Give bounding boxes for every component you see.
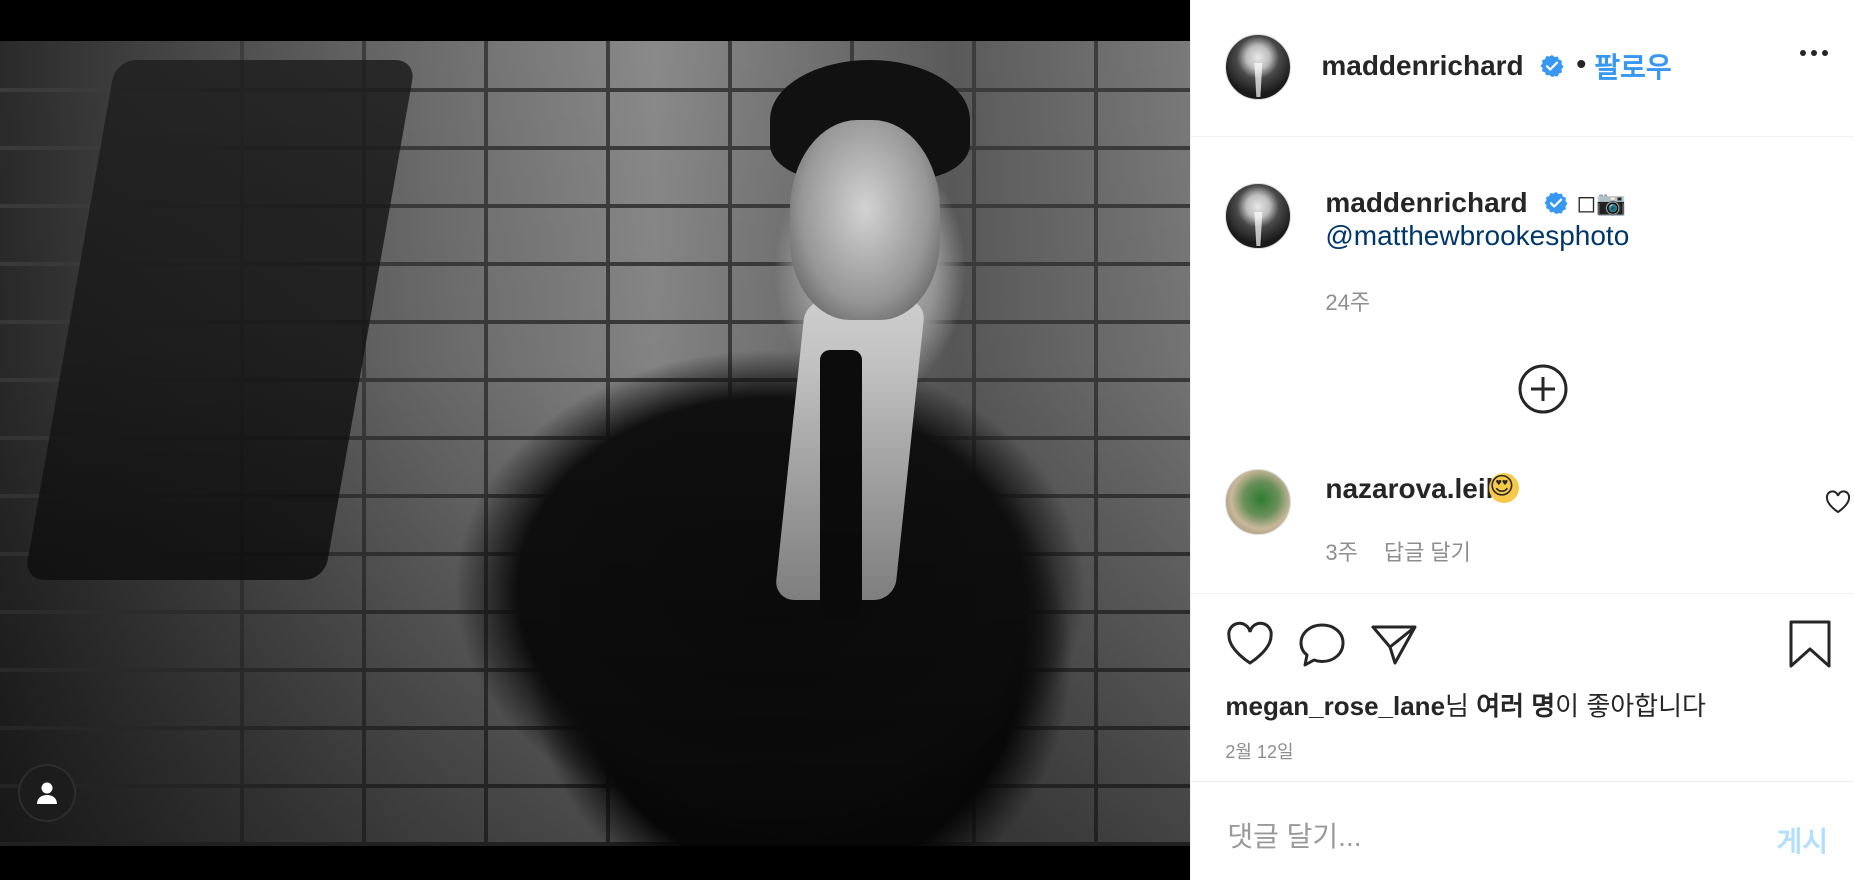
photo-shading [0,41,1191,846]
comment-icon[interactable] [1297,621,1347,667]
comment-timestamp[interactable]: 3주 [1325,535,1357,567]
post-viewer: maddenrichard • 팔로우 maddenrichard ◻︎📷 @m… [0,0,1854,880]
likes-text-2: 이 좋아합니다 [1555,691,1706,721]
comment-meta: 3주 답글 달기 [1325,535,1471,567]
verified-badge-icon [1540,55,1564,77]
comment-text: 😍 [1489,473,1520,503]
comment-like-heart-icon[interactable] [1825,490,1851,514]
post-side-panel: maddenrichard • 팔로우 maddenrichard ◻︎📷 @m… [1190,0,1854,880]
more-options-icon[interactable] [1800,50,1829,56]
caption-author-username[interactable]: maddenrichard [1325,187,1527,219]
post-date[interactable]: 2월 12일 [1225,738,1293,764]
author-avatar[interactable] [1225,34,1292,100]
verified-badge-icon [1544,192,1568,214]
user-tag-icon [37,782,57,804]
share-icon[interactable] [1369,621,1419,667]
liker-username[interactable]: megan_rose_lane [1225,691,1445,721]
caption-text: ◻︎📷 [1576,190,1627,217]
user-tag-button[interactable] [18,764,76,822]
follow-button[interactable]: 팔로우 [1594,46,1671,86]
caption-timestamp[interactable]: 24주 [1325,285,1370,317]
save-icon[interactable] [1787,619,1833,669]
author-username[interactable]: maddenrichard [1321,50,1523,82]
comment-username[interactable]: nazarova.leili [1325,473,1501,505]
load-more-comments-icon[interactable] [1518,364,1568,414]
post-media [0,0,1191,880]
heart-icon[interactable] [1225,621,1275,667]
header-separator: • [1576,48,1587,79]
likes-summary: megan_rose_lane님 여러 명이 좋아합니다 [1225,686,1706,723]
post-comment-button[interactable]: 게시 [1776,820,1828,860]
caption-mention-link[interactable]: @matthewbrookesphoto [1325,220,1629,252]
comment-input[interactable] [1225,820,1750,854]
reply-button[interactable]: 답글 달기 [1384,535,1471,567]
actions-divider [1191,593,1854,594]
caption-author-avatar[interactable] [1225,183,1292,249]
likes-others-link[interactable]: 여러 명 [1476,691,1555,721]
likes-text-1: 님 [1445,691,1477,721]
post-header: maddenrichard • 팔로우 [1191,0,1854,137]
commenter-avatar[interactable] [1225,469,1292,535]
